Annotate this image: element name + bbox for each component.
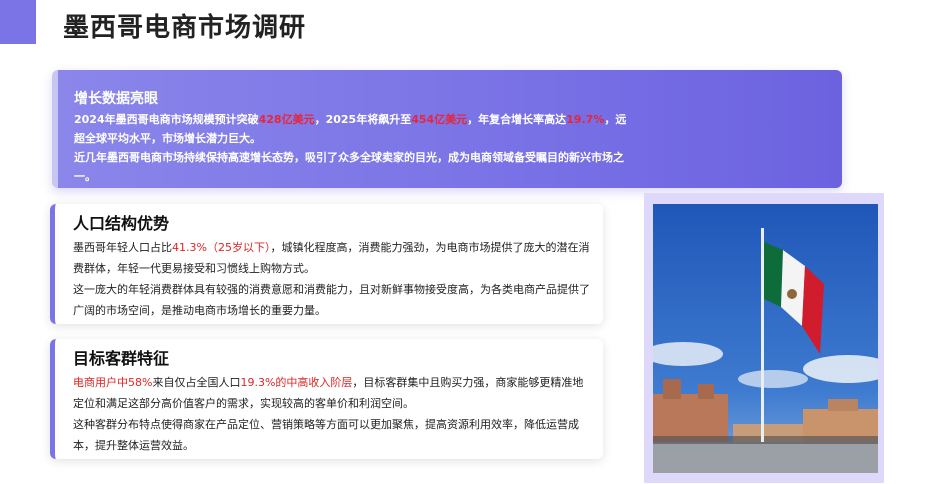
cagr-value: 19.7% — [566, 113, 605, 126]
population-paragraph-2: 这一庞大的年轻消费群体具有较强的消费意愿和消费能力，且对新鲜事物接受度高，为各类… — [73, 283, 590, 317]
target-customers-card: 目标客群特征 电商用户中58%来自仅占全国人口19.3%的中高收入阶层，目标客群… — [50, 339, 603, 459]
growth-paragraph-1: 2024年墨西哥电商市场规模预计突破428亿美元，2025年将飙升至454亿美元… — [74, 113, 627, 145]
population-heading: 人口结构优势 — [73, 214, 170, 233]
customers-paragraph-2: 这种客群分布特点使得商家在产品定位、营销策略等方面可以更加聚焦，提高资源利用效率… — [73, 418, 579, 452]
mexico-flag-photo — [653, 204, 878, 473]
market-size-2025: 454亿美元 — [411, 113, 468, 126]
population-paragraph-1: 墨西哥年轻人口占比41.3%（25岁以下），城镇化程度高，消费能力强劲，为电商市… — [73, 241, 590, 275]
title-accent-bar — [0, 0, 36, 44]
growth-heading: 增长数据亮眼 — [74, 91, 158, 107]
customers-paragraph-1: 电商用户中58%来自仅占全国人口19.3%的中高收入阶层，目标客群集中且购买力强… — [73, 376, 584, 410]
young-population-share: 41.3%（25岁以下） — [172, 241, 271, 254]
customers-heading: 目标客群特征 — [73, 349, 170, 368]
user-share-highlight: 电商用户中58% — [73, 376, 153, 389]
income-class-highlight: 19.3%的中高收入阶层 — [240, 376, 353, 389]
page-title: 墨西哥电商市场调研 — [63, 13, 307, 43]
growth-paragraph-2: 近几年墨西哥电商市场持续保持高速增长态势，吸引了众多全球卖家的目光，成为电商领域… — [74, 151, 624, 183]
population-card: 人口结构优势 墨西哥年轻人口占比41.3%（25岁以下），城镇化程度高，消费能力… — [50, 204, 603, 324]
growth-highlight-panel: 增长数据亮眼 2024年墨西哥电商市场规模预计突破428亿美元，2025年将飙升… — [52, 70, 842, 188]
market-size-2024: 428亿美元 — [258, 113, 315, 126]
